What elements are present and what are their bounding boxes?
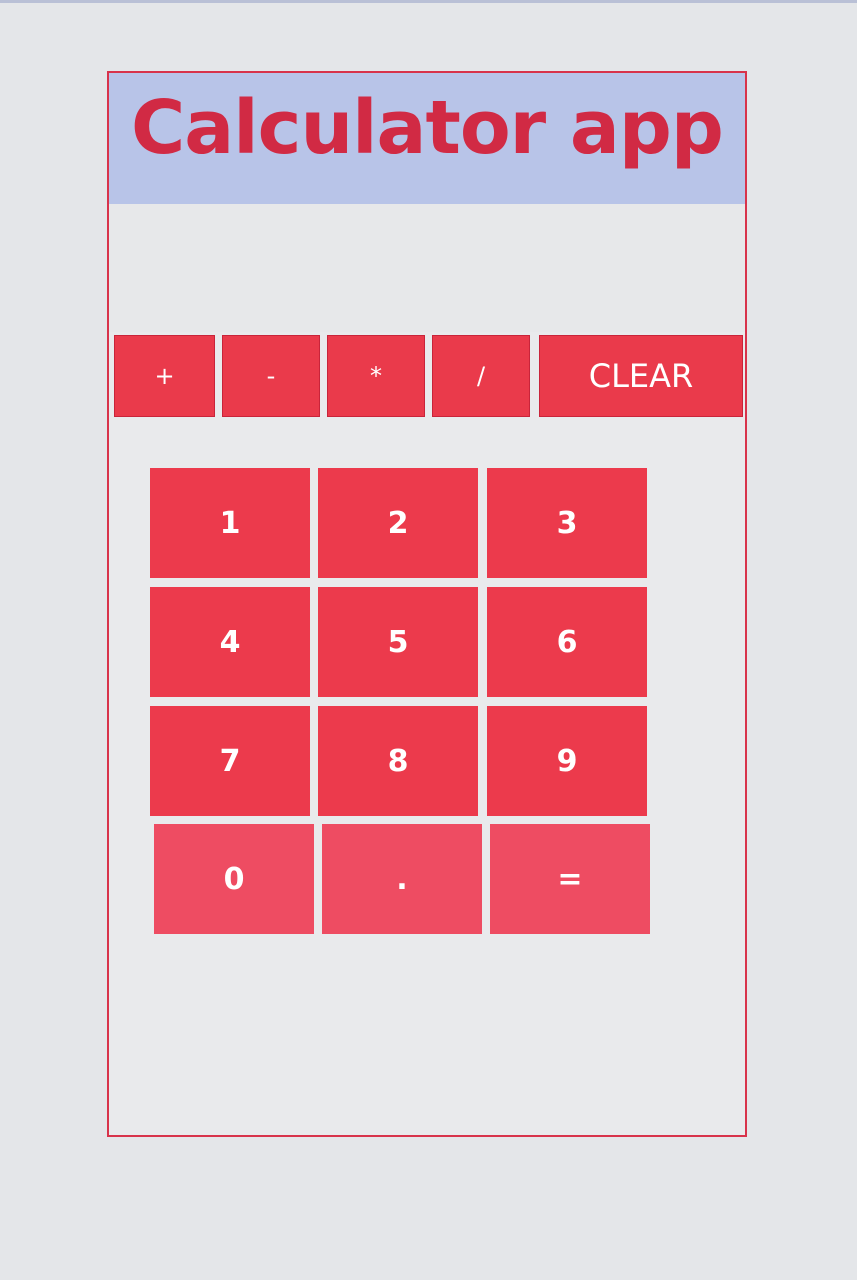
equals-button[interactable]: = <box>490 824 650 934</box>
digit-5-button[interactable]: 5 <box>318 587 478 697</box>
digit-2-button[interactable]: 2 <box>318 468 478 578</box>
result-display <box>109 204 745 332</box>
calculator-app: Calculator app + - * / CLEAR 1 2 3 4 5 6… <box>107 71 747 1137</box>
digit-0-button[interactable]: 0 <box>154 824 314 934</box>
digit-7-button[interactable]: 7 <box>150 706 310 816</box>
decimal-point-button[interactable]: . <box>322 824 482 934</box>
digit-9-button[interactable]: 9 <box>487 706 647 816</box>
title-bar: Calculator app <box>109 73 745 204</box>
digit-8-button[interactable]: 8 <box>318 706 478 816</box>
multiply-button[interactable]: * <box>327 335 425 417</box>
digit-4-button[interactable]: 4 <box>150 587 310 697</box>
subtract-button[interactable]: - <box>222 335 320 417</box>
digit-1-button[interactable]: 1 <box>150 468 310 578</box>
digit-3-button[interactable]: 3 <box>487 468 647 578</box>
divide-button[interactable]: / <box>432 335 530 417</box>
digit-6-button[interactable]: 6 <box>487 587 647 697</box>
window-top-strip <box>0 0 857 3</box>
add-button[interactable]: + <box>114 335 215 417</box>
clear-button[interactable]: CLEAR <box>539 335 743 417</box>
app-title: Calculator app <box>131 85 724 171</box>
